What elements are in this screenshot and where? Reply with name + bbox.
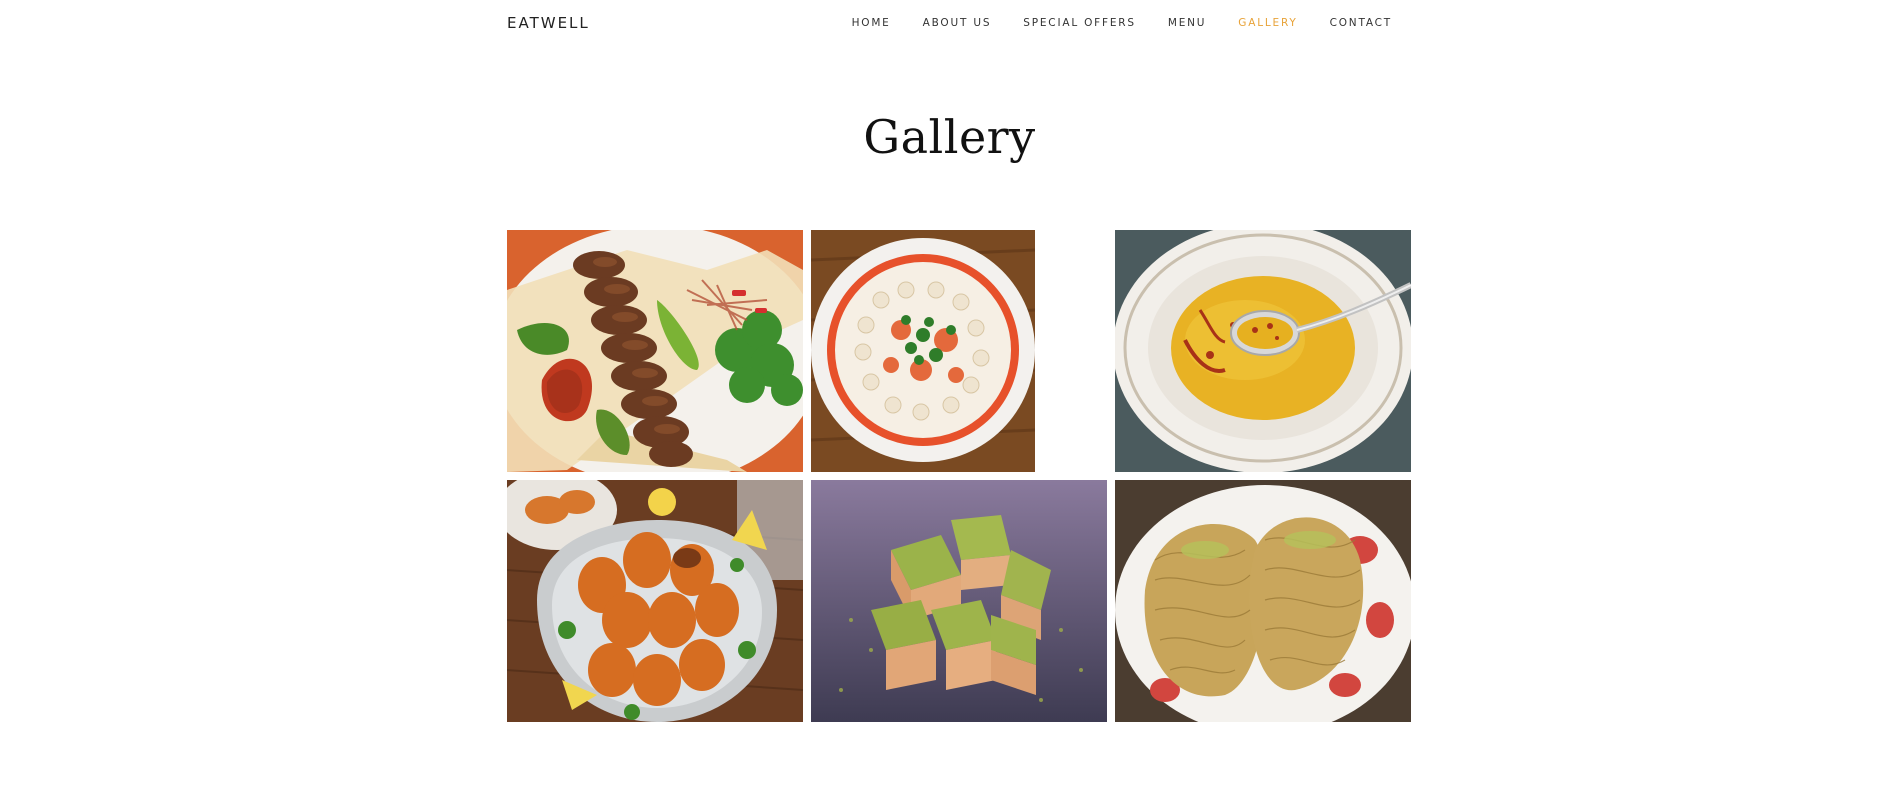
kebab-plate-illustration (507, 230, 803, 472)
top-navigation: EATWELL HOME ABOUT US SPECIAL OFFERS MEN… (507, 0, 1392, 46)
soup-bowl-illustration (1115, 230, 1411, 472)
nav-item-menu[interactable]: MENU (1168, 17, 1206, 29)
gallery-image-baklava[interactable] (811, 480, 1107, 722)
kadayif-plate-illustration (1115, 480, 1411, 722)
baklava-illustration (811, 480, 1107, 722)
nav-item-contact[interactable]: CONTACT (1330, 17, 1392, 29)
page-title: Gallery (863, 110, 1036, 164)
nav-item-home[interactable]: HOME (852, 17, 891, 29)
gallery-image-kebab[interactable] (507, 230, 803, 472)
nav-item-gallery[interactable]: GALLERY (1238, 17, 1297, 29)
manti-bowl-illustration (811, 230, 1035, 472)
kofte-platter-illustration (507, 480, 803, 722)
brand-logo[interactable]: EATWELL (507, 14, 590, 32)
gallery-image-manti[interactable] (811, 230, 1035, 472)
page: EATWELL HOME ABOUT US SPECIAL OFFERS MEN… (0, 0, 1899, 802)
gallery-image-kadayif[interactable] (1115, 480, 1411, 722)
gallery-grid (507, 230, 1411, 722)
nav-item-special-offers[interactable]: SPECIAL OFFERS (1023, 17, 1136, 29)
gallery-image-kofte[interactable] (507, 480, 803, 722)
gallery-image-soup[interactable] (1115, 230, 1411, 472)
nav-links: HOME ABOUT US SPECIAL OFFERS MENU GALLER… (820, 17, 1392, 29)
nav-item-about-us[interactable]: ABOUT US (923, 17, 992, 29)
